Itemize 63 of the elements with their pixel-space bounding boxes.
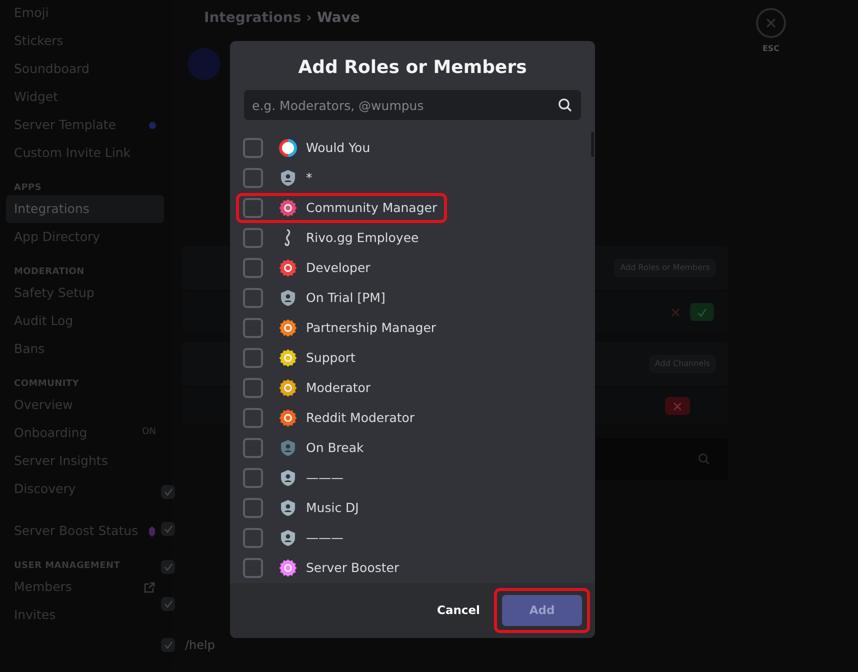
checkbox[interactable] <box>243 408 263 428</box>
search-field[interactable]: e.g. Moderators, @wumpus <box>244 90 581 120</box>
scrollbar-thumb <box>591 132 594 158</box>
breadcrumb-text: › <box>306 8 312 28</box>
deny-button[interactable] <box>665 397 690 415</box>
role-name: Moderator <box>306 378 371 397</box>
role-name: Partnership Manager <box>306 318 436 337</box>
external-link-icon <box>143 580 156 594</box>
checkbox[interactable] <box>243 378 263 398</box>
search-field[interactable] <box>596 438 728 480</box>
boost-gem-icon <box>148 524 156 538</box>
checkbox[interactable] <box>243 528 263 548</box>
role-name: Would You <box>306 138 370 157</box>
checkbox[interactable] <box>243 348 263 368</box>
checkbox[interactable] <box>161 597 175 611</box>
close-icon <box>765 17 777 29</box>
checkbox[interactable] <box>243 168 263 188</box>
app-avatar <box>188 48 220 80</box>
close-icon <box>673 402 682 410</box>
checkbox[interactable] <box>243 318 263 338</box>
checkbox[interactable] <box>243 198 263 218</box>
allow-button[interactable] <box>690 303 714 321</box>
role-name: Support <box>306 348 356 367</box>
search-icon <box>698 453 710 465</box>
checkbox[interactable] <box>161 522 175 536</box>
checkbox[interactable] <box>243 288 263 308</box>
close-icon <box>670 308 680 316</box>
checkbox[interactable] <box>243 258 263 278</box>
checkbox[interactable] <box>243 468 263 488</box>
role-name: Developer <box>306 258 370 277</box>
role-name: On Trial [PM] <box>306 288 386 307</box>
breadcrumb-text: Integrations <box>204 8 302 28</box>
checkbox[interactable] <box>243 138 263 158</box>
role-name: Music DJ <box>306 498 359 517</box>
role-name: Community Manager <box>306 198 438 217</box>
check-icon <box>164 488 172 496</box>
check-icon <box>164 641 172 649</box>
checkbox[interactable] <box>243 228 263 248</box>
check-icon <box>697 308 707 316</box>
close-button[interactable] <box>756 8 786 38</box>
modal-title: Add Roles or Members <box>297 56 528 80</box>
role-name: Reddit Moderator <box>306 408 415 427</box>
breadcrumb-text: Wave <box>316 8 360 28</box>
checkbox[interactable] <box>161 560 175 574</box>
role-name: ——— <box>306 528 344 547</box>
check-icon <box>164 563 172 571</box>
checkbox[interactable] <box>243 438 263 458</box>
role-name: ——— <box>306 468 344 487</box>
check-icon <box>164 525 172 533</box>
checkbox[interactable] <box>243 558 263 578</box>
role-name: Rivo.gg Employee <box>306 228 419 247</box>
check-icon <box>164 600 172 608</box>
close-label: ESC <box>762 43 780 55</box>
checkbox[interactable] <box>161 485 175 499</box>
checkbox[interactable] <box>161 638 175 652</box>
role-name: Server Booster <box>306 558 400 577</box>
command-name: /help <box>185 637 215 654</box>
sidebar-item[interactable]: Integrations <box>6 195 164 223</box>
checkbox[interactable] <box>243 498 263 518</box>
role-name: On Break <box>306 438 364 457</box>
role-name: * <box>306 168 312 187</box>
cancel-button[interactable]: Cancel <box>437 602 480 620</box>
search-icon <box>558 98 572 112</box>
